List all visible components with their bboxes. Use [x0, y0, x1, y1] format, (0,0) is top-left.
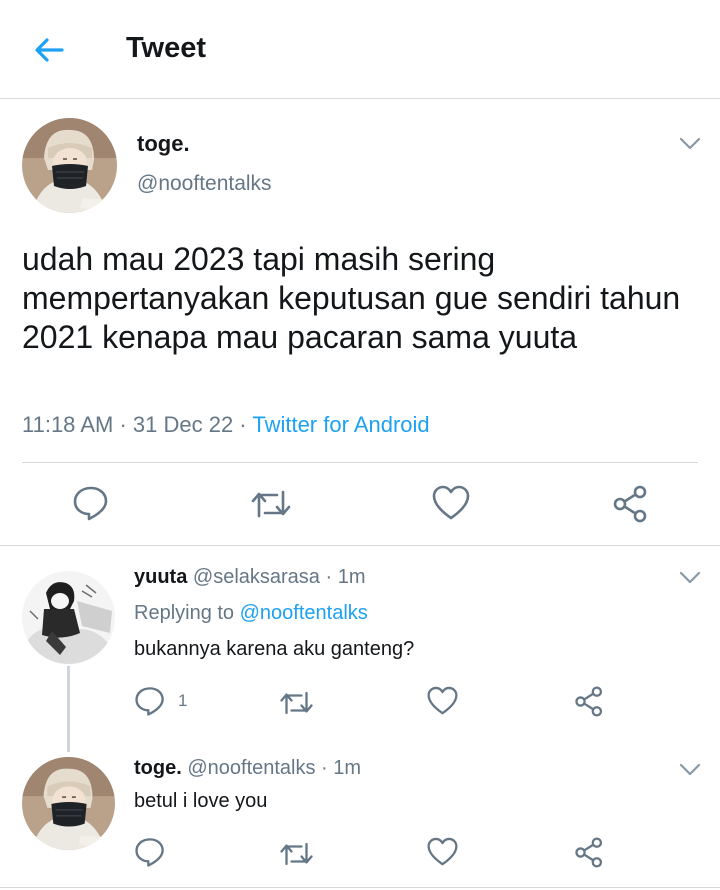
more-options-button[interactable]: [679, 763, 701, 777]
more-options-button[interactable]: [679, 137, 701, 151]
like-button[interactable]: [427, 837, 458, 872]
chevron-down-icon: [679, 571, 701, 584]
share-icon: [575, 837, 603, 868]
mention-link[interactable]: @nooftentalks: [240, 602, 368, 624]
retweet-icon: [280, 842, 313, 866]
avatar-image: [22, 118, 117, 213]
like-button[interactable]: [427, 686, 458, 721]
retweet-icon: [251, 490, 291, 518]
share-icon: [575, 686, 603, 717]
replying-prefix: Replying to: [134, 602, 240, 624]
avatar-image: [22, 571, 115, 664]
chevron-down-icon: [679, 137, 701, 150]
reply-header: toge. @nooftentalks · 1m: [134, 757, 361, 780]
username[interactable]: @nooftentalks: [137, 172, 272, 196]
chevron-down-icon: [679, 763, 701, 776]
reply-text: betul i love you: [134, 790, 268, 812]
heart-icon: [432, 485, 470, 520]
tweet-date: 31 Dec 22: [132, 412, 234, 437]
top-bar: Tweet: [0, 0, 720, 99]
meta-separator: ·: [315, 757, 334, 779]
divider: [22, 462, 698, 463]
retweet-button[interactable]: [250, 486, 292, 527]
heart-icon: [427, 837, 458, 866]
reply-time: 1m: [333, 757, 362, 779]
share-button[interactable]: [574, 686, 605, 722]
meta-separator: ·: [319, 566, 338, 588]
meta-separator: ·: [113, 412, 133, 437]
back-button[interactable]: [30, 32, 66, 68]
reply-text: bukannya karena aku ganteng?: [134, 638, 415, 660]
tweet-text: udah mau 2023 tapi masih sering memperta…: [22, 241, 681, 355]
reply-icon: [135, 687, 164, 716]
avatar[interactable]: [22, 571, 115, 664]
more-options-button[interactable]: [679, 571, 701, 585]
reply-icon: [135, 838, 164, 867]
avatar-image: [22, 757, 115, 850]
like-button[interactable]: [432, 485, 470, 526]
avatar[interactable]: [22, 757, 115, 850]
tweet-time: 11:18 AM: [22, 412, 114, 437]
username[interactable]: @selaksarasa: [193, 566, 320, 588]
arrow-left-icon: [35, 38, 64, 62]
display-name[interactable]: toge.: [137, 131, 190, 157]
display-name[interactable]: yuuta: [134, 566, 187, 588]
share-button[interactable]: [574, 837, 605, 873]
reply-count: 1: [178, 691, 188, 710]
page-title: Tweet: [126, 32, 207, 64]
thread-connector: [67, 666, 70, 752]
reply-header: yuuta @selaksarasa · 1m: [134, 566, 366, 589]
reply-button[interactable]: [134, 685, 166, 722]
divider: [0, 887, 720, 888]
share-button[interactable]: [612, 485, 650, 528]
retweet-button[interactable]: [279, 688, 314, 723]
display-name[interactable]: toge.: [134, 757, 182, 779]
share-icon: [613, 485, 647, 523]
divider: [0, 545, 720, 546]
tweet-meta: 11:18 AM · 31 Dec 22 · Twitter for Andro…: [22, 412, 430, 438]
username[interactable]: @nooftentalks: [187, 757, 315, 779]
replying-to: Replying to @nooftentalks: [134, 602, 368, 625]
reply-button[interactable]: [134, 836, 166, 873]
retweet-button[interactable]: [279, 839, 314, 874]
meta-separator: ·: [233, 412, 253, 437]
tweet-source-link[interactable]: Twitter for Android: [252, 412, 429, 437]
heart-icon: [427, 686, 458, 715]
reply-time: 1m: [337, 566, 366, 588]
avatar[interactable]: [22, 118, 117, 213]
reply-button[interactable]: [72, 484, 110, 527]
retweet-icon: [280, 691, 313, 715]
reply-icon: [73, 486, 108, 521]
